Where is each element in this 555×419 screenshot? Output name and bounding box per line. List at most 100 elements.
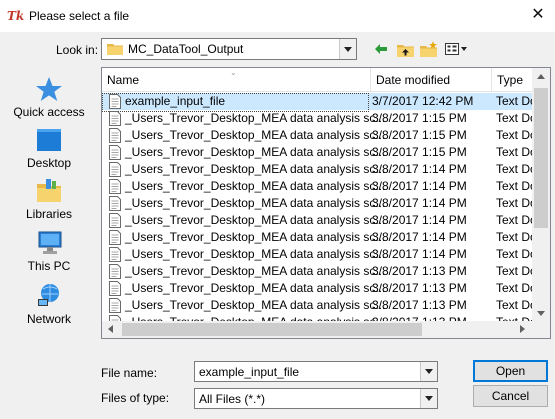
file-type-cell: Text Do	[496, 111, 532, 125]
file-type-cell: Text Do	[496, 162, 532, 176]
date-modified-cell: 3/8/2017 1:14 PM	[372, 230, 467, 244]
file-name-cell: _Users_Trevor_Desktop_MEA data analysis …	[125, 111, 386, 125]
chevron-down-icon	[344, 46, 352, 52]
text-file-icon	[109, 111, 121, 126]
file-row[interactable]: _Users_Trevor_Desktop_MEA data analysis …	[102, 246, 532, 263]
file-type-cell: Text Do	[496, 247, 532, 261]
horizontal-scroll-thumb[interactable]	[122, 323, 422, 336]
computer-icon	[38, 231, 62, 254]
folder-icon	[107, 44, 123, 55]
file-type-cell: Text Do	[496, 264, 532, 278]
text-file-icon	[109, 128, 121, 143]
tk-app-icon: Tk	[7, 9, 25, 23]
text-file-icon	[109, 179, 121, 194]
cancel-button[interactable]: Cancel	[473, 385, 548, 407]
file-type-cell: Text Do	[496, 230, 532, 244]
file-type-cell: Text Do	[496, 94, 532, 108]
file-row[interactable]: _Users_Trevor_Desktop_MEA data analysis …	[102, 297, 532, 314]
scroll-up-icon[interactable]	[537, 74, 545, 79]
date-modified-cell: 3/8/2017 1:14 PM	[372, 179, 467, 193]
file-name-input[interactable]: example_input_file	[199, 365, 299, 379]
file-name-cell: _Users_Trevor_Desktop_MEA data analysis …	[125, 281, 386, 295]
horizontal-scrollbar[interactable]	[102, 321, 532, 338]
scroll-down-icon[interactable]	[537, 311, 545, 316]
file-row[interactable]: _Users_Trevor_Desktop_MEA data analysis …	[102, 144, 532, 161]
view-menu-button[interactable]	[444, 39, 470, 59]
file-type-cell: Text Do	[496, 128, 532, 142]
file-list[interactable]: Name ⌄ Date modified Type example_input_…	[101, 67, 551, 339]
file-row[interactable]: example_input_file 3/7/2017 12:42 PM Text …	[102, 93, 532, 112]
file-type-cell: Text Do	[496, 213, 532, 227]
place-label: Libraries	[25, 207, 73, 221]
scroll-right-icon[interactable]	[520, 325, 525, 333]
file-row[interactable]: _Users_Trevor_Desktop_MEA data analysis …	[102, 280, 532, 297]
file-row[interactable]: _Users_Trevor_Desktop_MEA data analysis …	[102, 195, 532, 212]
place-libraries[interactable]: Libraries	[7, 178, 91, 221]
text-file-icon	[109, 162, 121, 177]
text-file-icon	[109, 145, 121, 160]
file-type-label: Files of type:	[101, 391, 170, 405]
file-type-cell: Text Do	[496, 196, 532, 210]
text-file-icon	[109, 298, 121, 313]
file-name-dropdown-arrow[interactable]	[420, 362, 437, 381]
file-name-cell: _Users_Trevor_Desktop_MEA data analysis …	[125, 196, 386, 210]
file-name-label: File name:	[101, 366, 158, 380]
date-modified-cell: 3/8/2017 1:15 PM	[372, 128, 467, 142]
place-this-pc[interactable]: This PC	[7, 230, 91, 273]
file-row[interactable]: _Users_Trevor_Desktop_MEA data analysis …	[102, 212, 532, 229]
place-label: Quick access	[13, 105, 85, 119]
list-header: Name ⌄ Date modified Type	[102, 68, 550, 92]
text-file-icon	[109, 94, 121, 109]
network-icon	[38, 284, 59, 306]
place-desktop[interactable]: Desktop	[7, 127, 91, 170]
vertical-scroll-thumb[interactable]	[534, 88, 548, 228]
new-folder-button[interactable]	[419, 39, 439, 59]
file-name-cell: _Users_Trevor_Desktop_MEA data analysis …	[125, 128, 386, 142]
file-row[interactable]: _Users_Trevor_Desktop_MEA data analysis …	[102, 127, 532, 144]
open-button[interactable]: Open	[473, 360, 548, 382]
file-name-combobox[interactable]: example_input_file	[194, 361, 438, 382]
close-button[interactable]: ✕	[521, 0, 555, 32]
column-header-type[interactable]: Type	[492, 68, 532, 92]
file-name-cell: _Users_Trevor_Desktop_MEA data analysis …	[125, 162, 386, 176]
date-modified-cell: 3/8/2017 1:14 PM	[372, 213, 467, 227]
star-icon	[36, 77, 62, 101]
place-network[interactable]: Network	[7, 281, 91, 326]
date-modified-cell: 3/8/2017 1:14 PM	[372, 162, 467, 176]
file-row[interactable]: _Users_Trevor_Desktop_MEA data analysis …	[102, 161, 532, 178]
place-quick-access[interactable]: Quick access	[7, 76, 91, 119]
file-row[interactable]: _Users_Trevor_Desktop_MEA data analysis …	[102, 229, 532, 246]
look-in-dropdown-arrow[interactable]	[339, 39, 356, 59]
chevron-down-icon	[425, 396, 433, 401]
up-folder-button[interactable]	[395, 39, 415, 59]
back-button[interactable]	[372, 39, 390, 59]
text-file-icon	[109, 213, 121, 228]
look-in-label: Look in:	[56, 43, 99, 57]
date-modified-cell: 3/8/2017 1:15 PM	[372, 111, 467, 125]
look-in-combobox[interactable]: MC_DataTool_Output	[101, 38, 357, 60]
file-row[interactable]: _Users_Trevor_Desktop_MEA data analysis …	[102, 110, 532, 127]
title-bar: Tk Please select a file ✕	[0, 0, 555, 32]
vertical-scrollbar[interactable]	[532, 68, 550, 323]
file-row[interactable]: _Users_Trevor_Desktop_MEA data analysis …	[102, 178, 532, 195]
column-header-date[interactable]: Date modified	[371, 68, 492, 92]
text-file-icon	[109, 230, 121, 245]
text-file-icon	[109, 247, 121, 262]
file-row[interactable]: _Users_Trevor_Desktop_MEA data analysis …	[102, 263, 532, 280]
text-file-icon	[109, 264, 121, 279]
new-folder-icon	[420, 41, 437, 57]
up-folder-icon	[396, 44, 414, 57]
column-label: Date modified	[376, 73, 451, 87]
text-file-icon	[109, 196, 121, 211]
file-name-cell: example_input_file	[125, 94, 226, 108]
scroll-left-icon[interactable]	[108, 325, 113, 333]
place-label: Network	[26, 312, 71, 326]
file-name-cell: _Users_Trevor_Desktop_MEA data analysis …	[125, 179, 386, 193]
file-type-combobox[interactable]: All Files (*.*)	[194, 388, 438, 409]
date-modified-cell: 3/8/2017 1:13 PM	[372, 298, 467, 312]
chevron-down-icon	[425, 369, 433, 374]
file-name-cell: _Users_Trevor_Desktop_MEA data analysis …	[125, 145, 386, 159]
date-modified-cell: 3/8/2017 1:15 PM	[372, 145, 467, 159]
file-type-cell: Text Do	[496, 298, 532, 312]
file-type-dropdown-arrow[interactable]	[420, 389, 437, 408]
